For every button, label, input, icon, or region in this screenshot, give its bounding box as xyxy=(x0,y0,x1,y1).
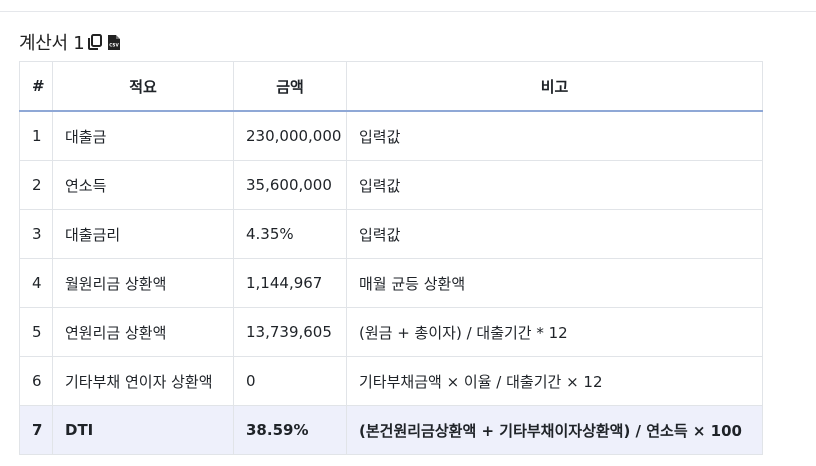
copy-icon[interactable] xyxy=(87,33,103,51)
row-amount: 4.35% xyxy=(233,209,347,259)
row-amount: 13,739,605 xyxy=(233,307,347,357)
row-item: 월원리금 상환액 xyxy=(52,258,234,308)
row-number: 5 xyxy=(19,307,53,357)
table-row: 3 대출금리 4.35% 입력값 xyxy=(19,209,763,259)
column-header-number: # xyxy=(19,61,53,112)
row-note: 입력값 xyxy=(346,209,763,259)
row-number: 6 xyxy=(19,356,53,406)
svg-text:CSV: CSV xyxy=(110,42,120,47)
row-note: 입력값 xyxy=(346,160,763,210)
row-amount: 38.59% xyxy=(233,405,347,455)
table-header-row: # 적요 금액 비고 xyxy=(19,61,763,112)
row-amount: 35,600,000 xyxy=(233,160,347,210)
row-item: DTI xyxy=(52,405,234,455)
row-note: 기타부채금액 × 이율 / 대출기간 × 12 xyxy=(346,356,763,406)
row-item: 기타부채 연이자 상환액 xyxy=(52,356,234,406)
table-row: 4 월원리금 상환액 1,144,967 매월 균등 상환액 xyxy=(19,258,763,308)
table-row-highlighted: 7 DTI 38.59% (본건원리금상환액 + 기타부채이자상환액) / 연소… xyxy=(19,405,763,455)
row-item: 연소득 xyxy=(52,160,234,210)
row-note: (원금 + 총이자) / 대출기간 * 12 xyxy=(346,307,763,357)
table-row: 2 연소득 35,600,000 입력값 xyxy=(19,160,763,210)
row-amount: 0 xyxy=(233,356,347,406)
top-divider xyxy=(0,11,816,12)
row-note: 매월 균등 상환액 xyxy=(346,258,763,308)
row-number: 1 xyxy=(19,110,53,161)
column-header-item: 적요 xyxy=(52,61,234,112)
row-number: 7 xyxy=(19,405,53,455)
calculation-header: 계산서 1 CSV xyxy=(19,28,122,56)
table-row: 5 연원리금 상환액 13,739,605 (원금 + 총이자) / 대출기간 … xyxy=(19,307,763,357)
row-note: (본건원리금상환액 + 기타부채이자상환액) / 연소득 × 100 xyxy=(346,405,763,455)
column-header-note: 비고 xyxy=(346,61,763,112)
table-row: 6 기타부채 연이자 상환액 0 기타부채금액 × 이율 / 대출기간 × 12 xyxy=(19,356,763,406)
row-amount: 1,144,967 xyxy=(233,258,347,308)
row-item: 연원리금 상환액 xyxy=(52,307,234,357)
calculation-table: # 적요 금액 비고 1 대출금 230,000,000 입력값 2 연소득 3… xyxy=(19,61,763,455)
table-row: 1 대출금 230,000,000 입력값 xyxy=(19,110,763,161)
row-number: 4 xyxy=(19,258,53,308)
row-number: 3 xyxy=(19,209,53,259)
row-amount: 230,000,000 xyxy=(233,110,347,161)
row-note: 입력값 xyxy=(346,110,763,161)
calculation-title: 계산서 1 xyxy=(19,33,85,54)
row-item: 대출금 xyxy=(52,110,234,161)
column-header-amount: 금액 xyxy=(233,61,347,112)
row-item: 대출금리 xyxy=(52,209,234,259)
row-number: 2 xyxy=(19,160,53,210)
csv-file-icon[interactable]: CSV xyxy=(106,33,122,51)
